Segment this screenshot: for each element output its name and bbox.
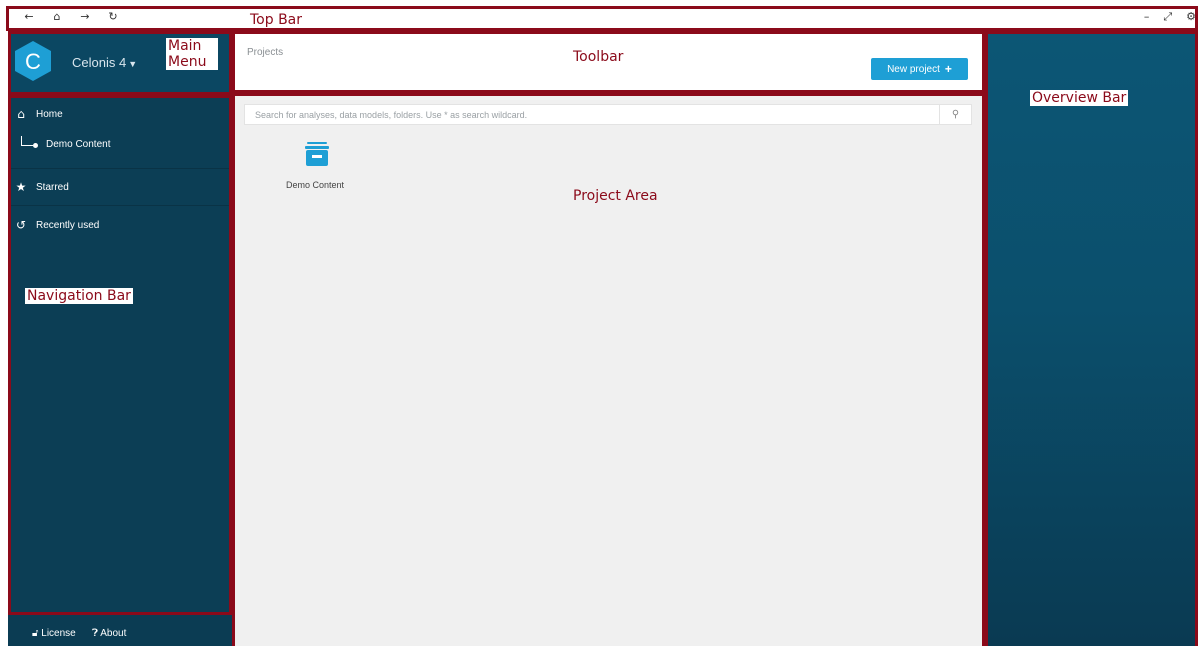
overview-bar [985, 31, 1198, 646]
annotation-toolbar: Toolbar [573, 49, 624, 65]
search-input[interactable]: Search for analyses, data models, folder… [255, 110, 527, 120]
about-label: About [100, 628, 127, 639]
product-label: Celonis 4 [72, 55, 127, 70]
new-project-button[interactable]: New project + [871, 58, 968, 80]
annotation-main-menu-line1: Main [168, 38, 202, 54]
annotation-top-bar: Top Bar [250, 12, 303, 28]
top-bar: ← ⌂ → ↻ – ⤢ ⚙ [0, 0, 1198, 31]
about-link[interactable]: ❓︎ About [92, 628, 126, 639]
arrow-right-icon[interactable]: → [78, 10, 92, 23]
breadcrumb[interactable]: Projects [247, 47, 283, 58]
tree-node-icon [33, 143, 38, 148]
nav-item-home[interactable]: ⌂ Home [14, 107, 63, 121]
tree-connector [21, 136, 33, 146]
annotation-navigation-bar: Navigation Bar [25, 288, 133, 304]
annotation-overview-bar: Overview Bar [1030, 90, 1129, 106]
new-project-label: New project [887, 63, 940, 75]
home-icon[interactable]: ⌂ [50, 10, 64, 23]
project-item-label[interactable]: Demo Content [286, 180, 344, 190]
license-label: License [41, 628, 76, 639]
history-icon: ↺ [15, 218, 27, 232]
project-area [232, 93, 985, 646]
celonis-logo-icon[interactable]: C [14, 40, 52, 82]
nav-item-label: Home [36, 108, 63, 120]
app-window: ← ⌂ → ↻ – ⤢ ⚙ C Celonis 4 ▼ ⌂ Home Demo C… [0, 0, 1198, 646]
archive-box-icon[interactable] [304, 142, 330, 166]
lock-icon: 🔓︎ [32, 628, 39, 639]
minimize-icon[interactable]: – [1144, 10, 1150, 24]
annotation-project-area: Project Area [573, 188, 658, 204]
product-switcher[interactable]: Celonis 4 ▼ [72, 55, 137, 70]
arrow-left-icon[interactable]: ← [22, 10, 36, 23]
footer: 🔓︎ License ❓︎ About [8, 615, 232, 646]
annotation-main-menu-line2: Menu [168, 54, 207, 70]
star-icon: ★ [15, 180, 27, 194]
chevron-down-icon: ▼ [128, 59, 138, 69]
nav-item-label: Demo Content [46, 139, 111, 150]
nav-item-label: Recently used [36, 219, 100, 231]
window-controls: – ⤢ ⚙ [1144, 10, 1196, 24]
nav-item-recently-used[interactable]: ↺ Recently used [14, 218, 99, 232]
navigation-bar [8, 95, 232, 615]
divider [8, 205, 232, 206]
search-bar[interactable]: Search for analyses, data models, folder… [244, 104, 972, 125]
info-icon: ❓︎ [92, 628, 99, 639]
annotation-main-menu: Main Menu [166, 38, 218, 70]
nav-item-label: Starred [36, 181, 69, 193]
restore-icon[interactable]: ⤢ [1163, 10, 1172, 24]
logo-letter: C [25, 49, 41, 74]
plus-icon: + [944, 62, 952, 76]
search-icon[interactable]: ⚲ [939, 105, 971, 124]
license-link[interactable]: 🔓︎ License [32, 628, 76, 639]
divider [8, 168, 232, 169]
home-icon: ⌂ [17, 107, 25, 121]
nav-item-starred[interactable]: ★ Starred [14, 180, 69, 194]
browser-nav: ← ⌂ → ↻ [22, 10, 120, 23]
settings-icon[interactable]: ⚙ [1186, 10, 1196, 24]
nav-item-demo-content[interactable]: Demo Content [46, 139, 110, 150]
refresh-icon[interactable]: ↻ [106, 10, 120, 23]
